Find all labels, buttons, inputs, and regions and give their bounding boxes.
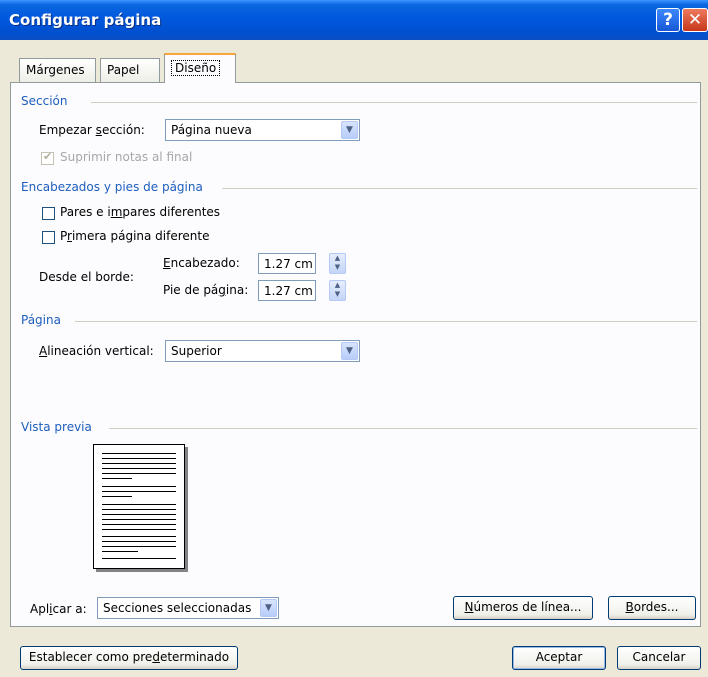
tab-margenes[interactable]: Márgenes [19, 58, 96, 82]
tab-papel[interactable]: Papel [100, 58, 160, 82]
preview-group-label: Vista previa [21, 420, 92, 434]
line-numbers-button[interactable]: Números de línea... [453, 596, 593, 620]
preview-text-line [102, 524, 176, 525]
from-edge-label: Desde el borde: [39, 270, 134, 284]
footer-distance-spinner[interactable]: ▲ ▼ [329, 280, 346, 301]
dropdown-arrow-icon[interactable]: ▼ [260, 599, 277, 617]
preview-text-line [102, 529, 176, 530]
preview-text-line [102, 463, 176, 464]
first-page-checkbox[interactable] [42, 231, 55, 244]
layout-tab-panel: Sección Empezar sección: Página nueva ▼ … [10, 82, 701, 627]
odd-even-checkbox[interactable] [42, 207, 55, 220]
headers-group-label: Encabezados y pies de página [21, 180, 203, 194]
odd-even-label: Pares e impares diferentes [60, 205, 221, 219]
preview-text-line [102, 478, 132, 479]
preview-divider [109, 428, 697, 429]
page-group-label: Página [21, 313, 61, 327]
checkmark-icon: ✔ [43, 150, 53, 163]
help-icon: ? [663, 10, 673, 30]
page-preview [93, 444, 185, 569]
page-setup-dialog: Configurar página ? ✕ Márgenes Papel Dis… [0, 0, 708, 677]
dropdown-arrow-icon[interactable]: ▼ [341, 121, 358, 139]
preview-text-line [102, 541, 176, 542]
header-distance-value: 1.27 cm [264, 257, 313, 271]
section-divider [91, 102, 697, 103]
section-start-value: Página nueva [171, 123, 252, 137]
borders-button[interactable]: Bordes... [608, 596, 696, 620]
preview-text-line [102, 536, 176, 537]
apply-to-label: Aplicar a: [30, 602, 87, 616]
preview-text-line [102, 509, 176, 510]
spin-down-icon[interactable]: ▼ [335, 263, 340, 271]
vertical-alignment-value: Superior [171, 344, 222, 358]
vertical-alignment-label: Alineación vertical: [39, 344, 154, 358]
dropdown-arrow-icon[interactable]: ▼ [341, 342, 358, 360]
section-group-label: Sección [21, 94, 68, 108]
footer-distance-label: Pie de página: [163, 283, 249, 297]
title-bar[interactable]: Configurar página ? ✕ [0, 0, 708, 40]
preview-text-line [102, 546, 176, 547]
suppress-endnotes-label: Suprimir notas al final [60, 150, 193, 164]
spin-up-icon[interactable]: ▲ [335, 281, 340, 289]
header-distance-label: Encabezado: [163, 256, 240, 270]
close-button[interactable]: ✕ [682, 8, 708, 32]
window-title: Configurar página [9, 11, 162, 29]
preview-text-line [102, 504, 176, 505]
help-button[interactable]: ? [656, 8, 680, 32]
footer-distance-value: 1.27 cm [264, 284, 313, 298]
tab-papel-label: Papel [107, 63, 140, 77]
tab-diseno[interactable]: Diseño [164, 53, 236, 83]
tab-margenes-label: Márgenes [26, 63, 85, 77]
section-start-label: Empezar sección: [39, 123, 145, 137]
header-distance-spinner[interactable]: ▲ ▼ [329, 253, 346, 274]
spin-down-icon[interactable]: ▼ [335, 290, 340, 298]
first-page-label: Primera página diferente [60, 229, 210, 243]
header-distance-input[interactable]: 1.27 cm [258, 253, 316, 274]
preview-text-line [102, 458, 176, 459]
apply-to-select[interactable]: Secciones seleccionadas ▼ [97, 597, 279, 619]
preview-text-line [102, 558, 176, 559]
tab-diseno-label: Diseño [171, 60, 221, 76]
close-icon: ✕ [687, 10, 703, 30]
preview-text-line [102, 453, 176, 454]
preview-text-line [102, 519, 176, 520]
preview-text-line [102, 496, 132, 497]
apply-to-value: Secciones seleccionadas [103, 601, 252, 615]
cancel-button[interactable]: Cancelar [617, 646, 701, 670]
footer-distance-input[interactable]: 1.27 cm [258, 280, 316, 301]
ok-button[interactable]: Aceptar [512, 646, 606, 670]
preview-text-line [102, 491, 176, 492]
preview-text-line [102, 514, 176, 515]
spin-up-icon[interactable]: ▲ [335, 254, 340, 262]
page-divider [75, 321, 697, 322]
preview-text-line [102, 468, 176, 469]
preview-text-line [102, 486, 176, 487]
vertical-alignment-select[interactable]: Superior ▼ [165, 340, 360, 362]
preview-text-line [102, 551, 138, 552]
preview-text-line [102, 473, 176, 474]
section-start-select[interactable]: Página nueva ▼ [165, 119, 360, 141]
headers-divider [222, 188, 697, 189]
set-as-default-button[interactable]: Establecer como predeterminado [20, 646, 238, 670]
suppress-endnotes-checkbox[interactable]: ✔ [41, 150, 54, 165]
